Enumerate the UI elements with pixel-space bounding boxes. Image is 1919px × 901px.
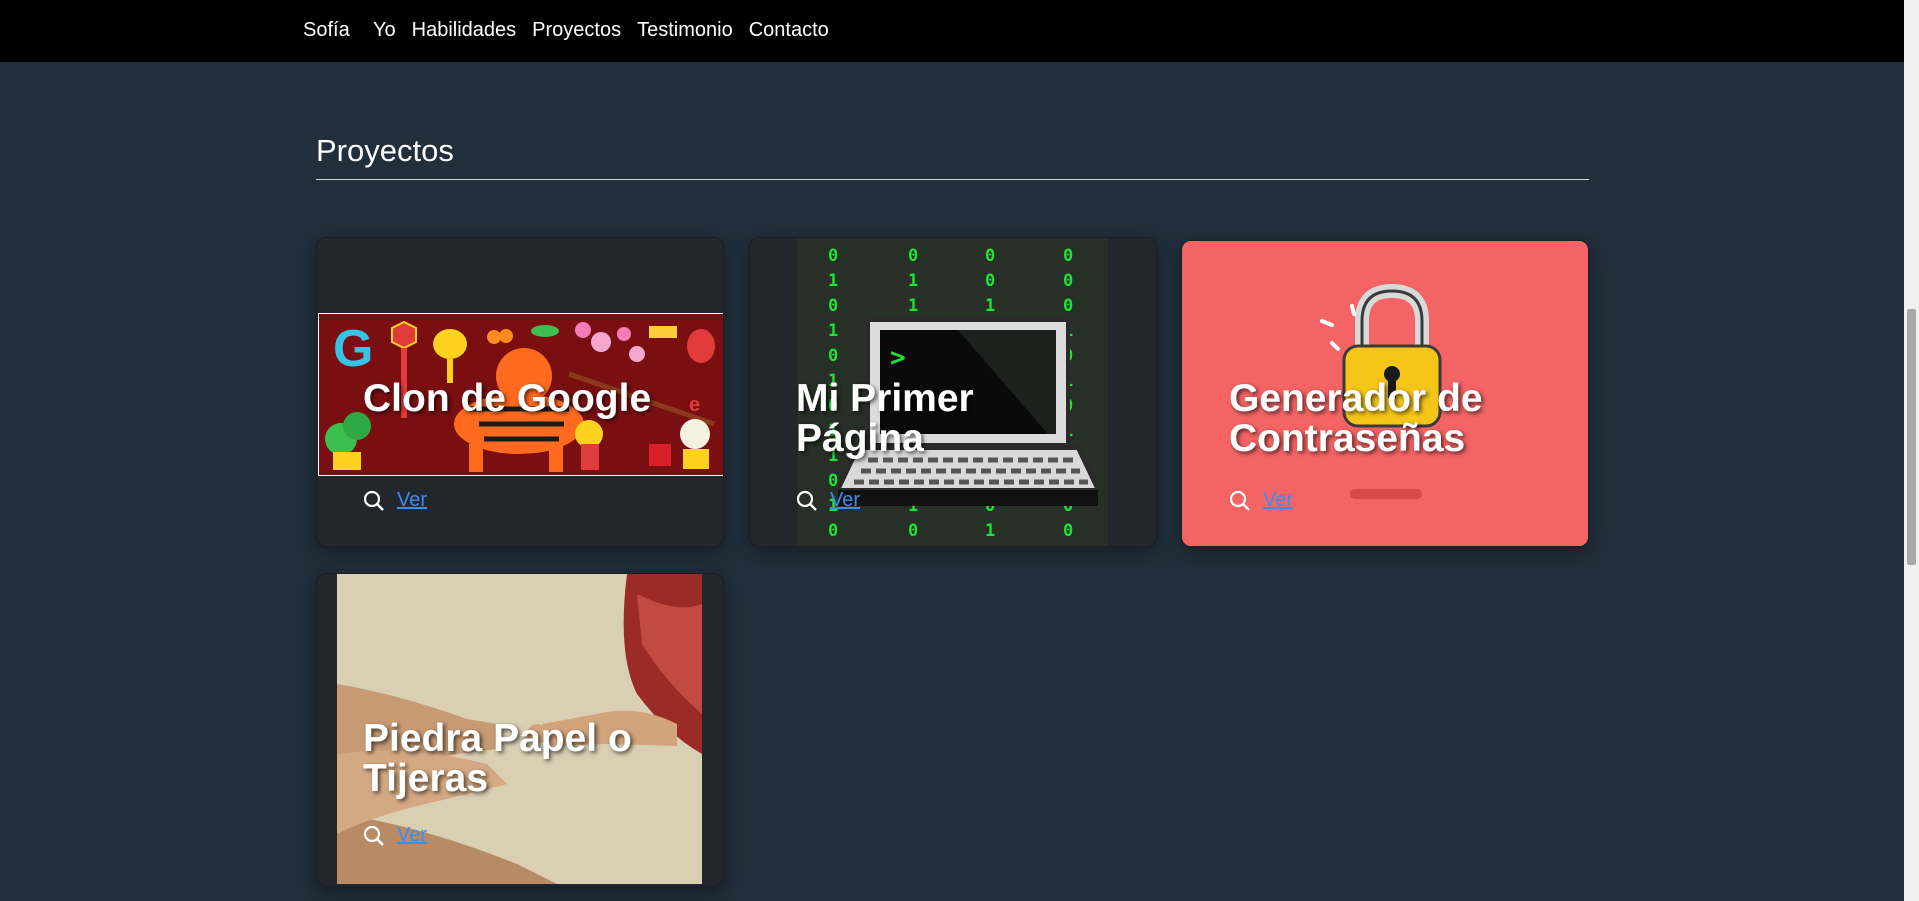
project-title-line: Generador de — [1229, 377, 1483, 420]
project-title-line: Contraseñas — [1229, 417, 1466, 460]
page-scrollbar[interactable] — [1904, 0, 1919, 901]
view-project-link[interactable]: Ver — [397, 489, 427, 512]
project-card-password-generator: Generador de Contraseñas Ver — [1181, 240, 1589, 547]
project-title: Piedra Papel o Tijeras — [363, 719, 632, 799]
svg-text:e: e — [689, 394, 700, 416]
search-icon — [1229, 490, 1250, 511]
svg-text:G: G — [333, 320, 373, 378]
search-icon — [363, 490, 384, 511]
nav-link-testimonio[interactable]: Testimonio — [637, 19, 733, 42]
project-title-line: Página — [796, 417, 924, 460]
project-card-rock-paper-scissors: Piedra Papel o Tijeras Ver — [316, 573, 724, 887]
project-title-line: Clon de Google — [363, 377, 652, 420]
top-navbar: Sofía Yo Habilidades Proyectos Testimoni… — [0, 0, 1904, 62]
project-title: Mi Primer Página — [796, 379, 974, 459]
view-project-link-group: Ver — [1229, 489, 1293, 512]
view-project-link-group: Ver — [363, 824, 427, 847]
project-title-line: Mi Primer — [796, 377, 974, 420]
nav-link-habilidades[interactable]: Habilidades — [412, 19, 517, 42]
nav-brand[interactable]: Sofía — [303, 19, 350, 42]
svg-text:>: > — [890, 343, 906, 373]
project-card-google-clone: G e Clon de Google Ver — [316, 237, 724, 547]
nav-links: Yo Habilidades Proyectos Testimonio Cont… — [373, 19, 829, 42]
nav-link-proyectos[interactable]: Proyectos — [532, 19, 621, 42]
scrollbar-thumb[interactable] — [1907, 309, 1916, 565]
view-project-link-group: Ver — [796, 489, 860, 512]
nav-link-yo[interactable]: Yo — [373, 19, 396, 42]
section-divider — [316, 179, 1589, 180]
view-project-link-group: Ver — [363, 489, 427, 512]
project-title-line: Tijeras — [363, 757, 489, 800]
view-project-link[interactable]: Ver — [830, 489, 860, 512]
project-title: Generador de Contraseñas — [1229, 379, 1483, 459]
nav-link-contacto[interactable]: Contacto — [749, 19, 829, 42]
search-icon — [796, 490, 817, 511]
project-card-first-page: 010101011010 011010010110 001101001101 0… — [749, 237, 1157, 547]
section-title: Proyectos — [316, 133, 454, 168]
project-title: Clon de Google — [363, 379, 651, 419]
view-project-link[interactable]: Ver — [1263, 489, 1293, 512]
search-icon — [363, 825, 384, 846]
view-project-link[interactable]: Ver — [397, 824, 427, 847]
project-title-line: Piedra Papel o — [363, 717, 632, 760]
